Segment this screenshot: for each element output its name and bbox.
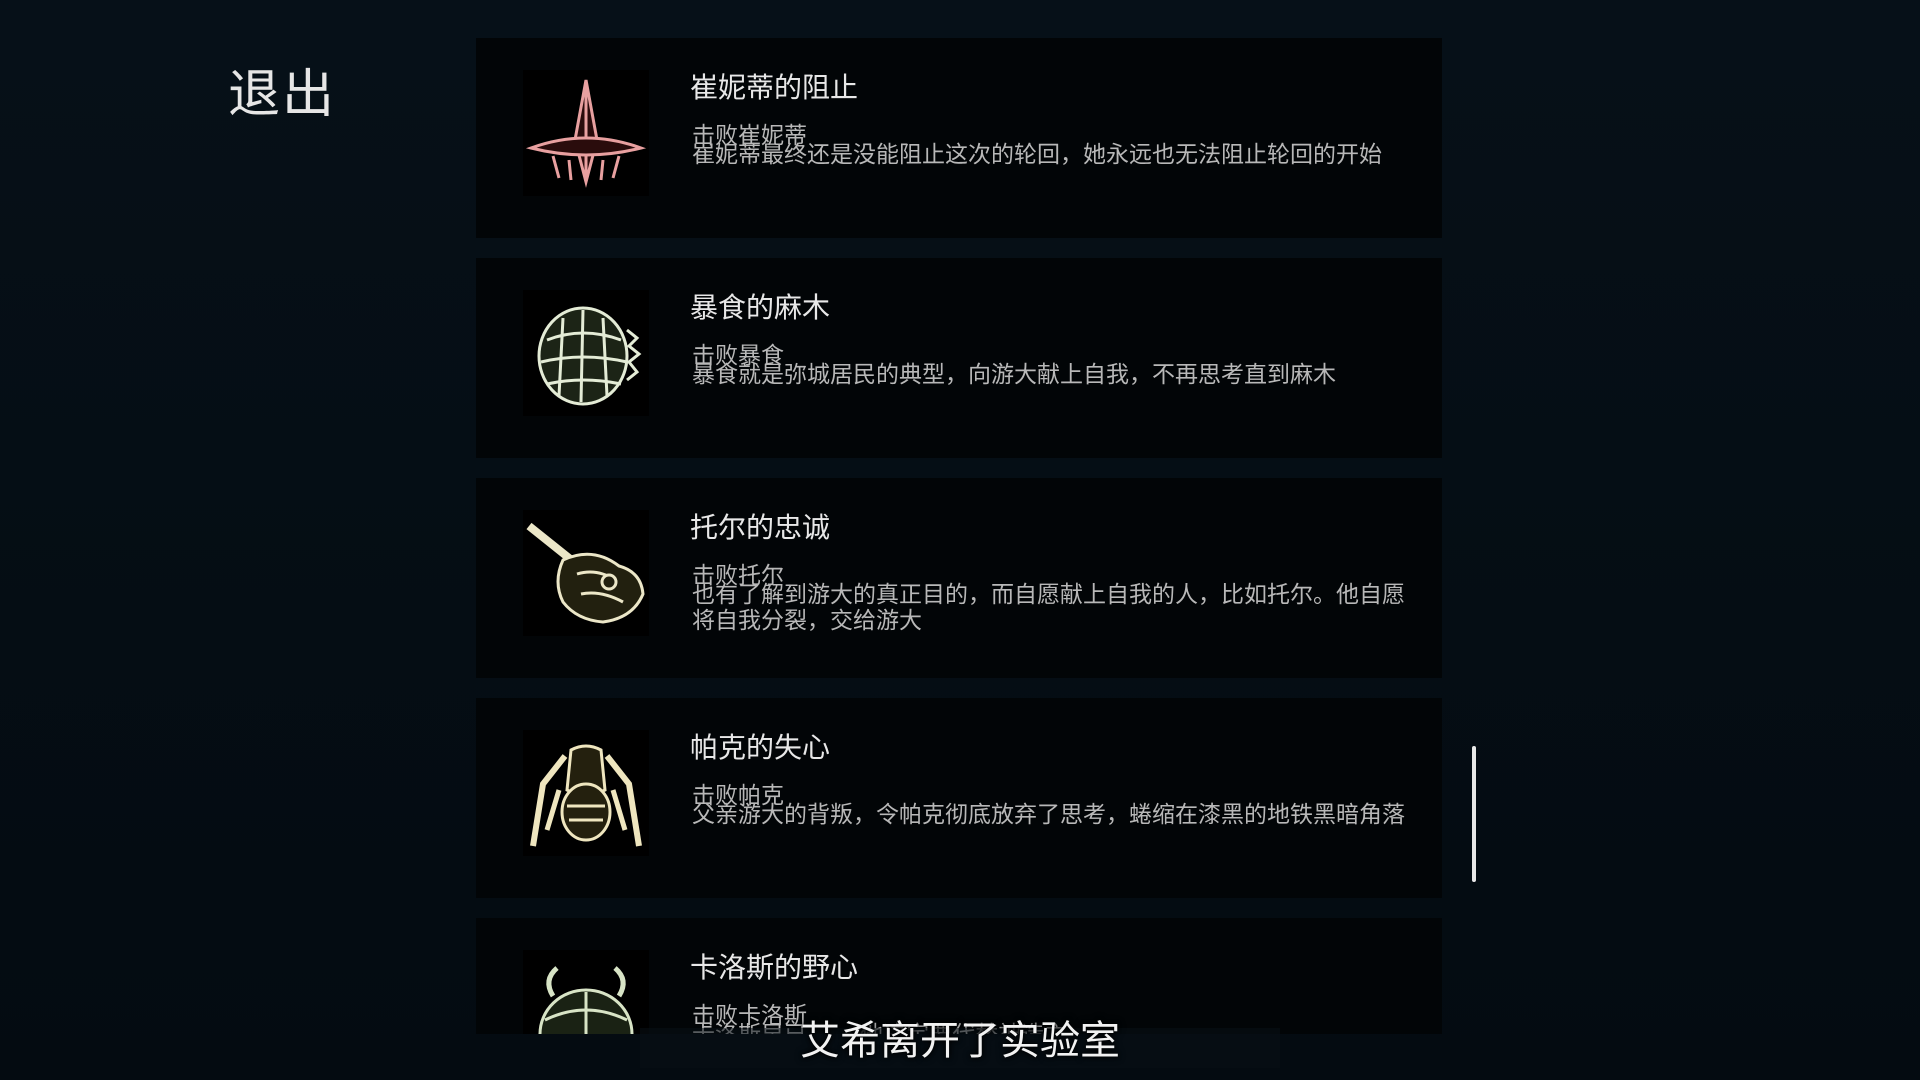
cannon-beast-icon	[523, 510, 649, 636]
achievement-card[interactable]: 帕克的失心 击败帕克 父亲游大的背叛，令帕克彻底放弃了思考，蜷缩在漆黑的地铁黑暗…	[476, 698, 1442, 898]
achievement-description: 也有了解到游大的真正目的，而自愿献上自我的人，比如托尔。他自愿将自我分裂，交给游…	[692, 582, 1405, 634]
spider-mech-icon	[523, 730, 649, 856]
subtitle-backdrop	[640, 1028, 1280, 1068]
achievement-card[interactable]: 托尔的忠诚 击败托尔 也有了解到游大的真正目的，而自愿献上自我的人，比如托尔。他…	[476, 478, 1442, 678]
achievement-card[interactable]: 卡洛斯的野心 击败卡洛斯 卡洛斯早已…… 他决定要代替神造之	[476, 918, 1442, 1034]
achievement-title: 帕克的失心	[690, 731, 831, 764]
achievement-title: 崔妮蒂的阻止	[690, 71, 859, 104]
achievement-card[interactable]: 崔妮蒂的阻止 击败崔妮蒂 崔妮蒂最终还是没能阻止这次的轮回，她永远也无法阻止轮回…	[476, 38, 1442, 238]
achievement-list[interactable]: 崔妮蒂的阻止 击败崔妮蒂 崔妮蒂最终还是没能阻止这次的轮回，她永远也无法阻止轮回…	[476, 38, 1442, 1034]
achievement-description: 崔妮蒂最终还是没能阻止这次的轮回，她永远也无法阻止轮回的开始	[692, 142, 1382, 168]
achievement-title: 卡洛斯的野心	[690, 951, 859, 984]
winged-dart-icon	[523, 70, 649, 196]
achievement-title: 托尔的忠诚	[690, 511, 831, 544]
armored-shell-icon	[523, 290, 649, 416]
scrollbar[interactable]	[1472, 746, 1476, 882]
achievements-screen: 退出 崔妮蒂的阻止 击败崔妮蒂 崔妮蒂最终还是没能阻止这次的轮回，她永远也无法阻…	[0, 0, 1920, 1080]
achievement-title: 暴食的麻木	[690, 291, 831, 324]
achievement-description: 父亲游大的背叛，令帕克彻底放弃了思考，蜷缩在漆黑的地铁黑暗角落	[692, 802, 1405, 828]
achievement-description: 暴食就是弥城居民的典型，向游大献上自我，不再思考直到麻木	[692, 362, 1336, 388]
beetle-mech-icon	[523, 950, 649, 1034]
exit-button[interactable]: 退出	[228, 52, 336, 127]
achievement-card[interactable]: 暴食的麻木 击败暴食 暴食就是弥城居民的典型，向游大献上自我，不再思考直到麻木	[476, 258, 1442, 458]
